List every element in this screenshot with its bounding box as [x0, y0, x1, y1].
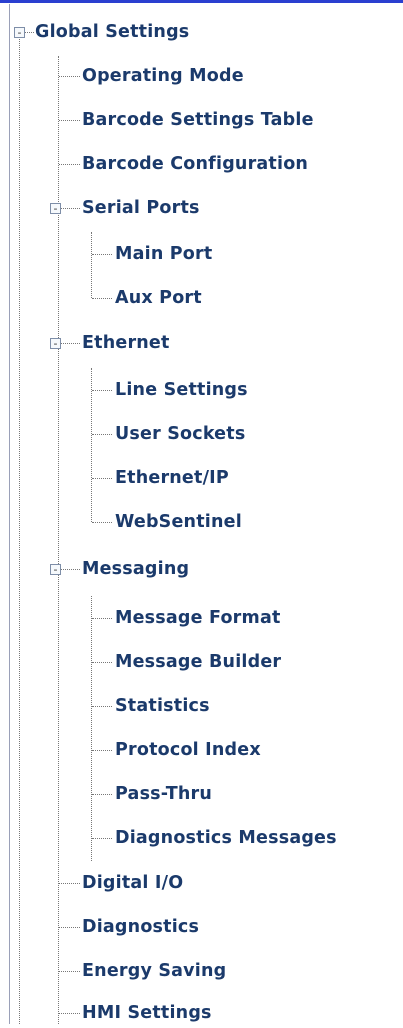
tree-item-message-builder[interactable]: Message Builder: [115, 647, 281, 677]
tree-item-label: Statistics: [115, 696, 210, 716]
tree-item-digital-io[interactable]: Digital I/O: [82, 868, 183, 898]
tree-item-label: Serial Ports: [82, 198, 200, 218]
connector: [92, 390, 112, 391]
connector: [92, 794, 112, 795]
connector: [59, 971, 80, 972]
tree-item-user-sockets[interactable]: User Sockets: [115, 419, 245, 449]
connector: [92, 750, 112, 751]
tree-item-label: User Sockets: [115, 424, 246, 444]
connector: [92, 522, 112, 523]
tree-item-ethernet-ip[interactable]: Ethernet/IP: [115, 463, 229, 493]
ethernet-guide-line: [91, 368, 92, 522]
tree-item-label: Pass-Thru: [115, 784, 212, 804]
connector: [59, 927, 80, 928]
messaging-toggle-icon[interactable]: -: [50, 564, 61, 575]
tree-item-label: Digital I/O: [82, 873, 184, 893]
settings-tree: - Global Settings Operating Mode Barcode…: [0, 0, 403, 1024]
tree-item-label: WebSentinel: [115, 512, 242, 532]
tree-item-label: Global Settings: [35, 22, 190, 42]
connector: [59, 883, 80, 884]
tree-item-label: Message Builder: [115, 652, 282, 672]
tree-item-diagnostics[interactable]: Diagnostics: [82, 912, 199, 942]
connector: [59, 76, 80, 77]
tree-item-label: Message Format: [115, 608, 281, 628]
tree-item-label: Diagnostics Messages: [115, 828, 337, 848]
tree-item-label: Main Port: [115, 244, 213, 264]
connector: [92, 662, 112, 663]
tree-item-label: Energy Saving: [82, 961, 227, 981]
global-settings-toggle-icon[interactable]: -: [14, 27, 25, 38]
tree-item-diagnostics-messages[interactable]: Diagnostics Messages: [115, 823, 337, 853]
ethernet-toggle-icon[interactable]: -: [50, 338, 61, 349]
tree-item-pass-thru[interactable]: Pass-Thru: [115, 779, 212, 809]
connector: [61, 569, 80, 570]
tree-item-label: Barcode Settings Table: [82, 110, 314, 130]
tree-item-label: Ethernet/IP: [115, 468, 229, 488]
tree-item-label: Barcode Configuration: [82, 154, 309, 174]
connector: [92, 298, 112, 299]
connector: [92, 478, 112, 479]
tree-item-global-settings[interactable]: Global Settings: [35, 17, 189, 47]
tree-item-main-port[interactable]: Main Port: [115, 239, 212, 269]
connector: [92, 618, 112, 619]
tree-item-protocol-index[interactable]: Protocol Index: [115, 735, 261, 765]
tree-item-label: Diagnostics: [82, 917, 200, 937]
level1-guide-line: [58, 56, 59, 1024]
tree-item-label: Aux Port: [115, 288, 202, 308]
tree-item-messaging[interactable]: Messaging: [82, 554, 189, 584]
connector: [92, 434, 112, 435]
tree-item-energy-saving[interactable]: Energy Saving: [82, 956, 226, 986]
tree-item-aux-port[interactable]: Aux Port: [115, 283, 202, 313]
connector: [59, 1013, 80, 1014]
tree-item-websentinel[interactable]: WebSentinel: [115, 507, 242, 537]
connector: [92, 838, 112, 839]
connector: [92, 706, 112, 707]
connector: [25, 32, 34, 33]
serial-ports-toggle-icon[interactable]: -: [50, 203, 61, 214]
tree-item-ethernet[interactable]: Ethernet: [82, 328, 170, 358]
tree-item-statistics[interactable]: Statistics: [115, 691, 210, 721]
tree-item-label: Protocol Index: [115, 740, 261, 760]
connector: [92, 254, 112, 255]
tree-item-label: Operating Mode: [82, 66, 244, 86]
connector: [61, 343, 80, 344]
connector: [59, 164, 80, 165]
tree-item-serial-ports[interactable]: Serial Ports: [82, 193, 200, 223]
tree-item-label: Messaging: [82, 559, 190, 579]
outer-guide-line: [9, 4, 10, 1024]
connector: [61, 208, 80, 209]
tree-item-message-format[interactable]: Message Format: [115, 603, 281, 633]
connector: [59, 120, 80, 121]
messaging-guide-line: [91, 596, 92, 861]
serial-ports-guide-line: [91, 232, 92, 298]
tree-item-operating-mode[interactable]: Operating Mode: [82, 61, 244, 91]
tree-item-label: Line Settings: [115, 380, 248, 400]
tree-item-barcode-settings-table[interactable]: Barcode Settings Table: [82, 105, 314, 135]
root-guide-line: [19, 36, 20, 1024]
tree-item-label: Ethernet: [82, 333, 170, 353]
tree-item-barcode-configuration[interactable]: Barcode Configuration: [82, 149, 308, 179]
tree-item-line-settings[interactable]: Line Settings: [115, 375, 248, 405]
